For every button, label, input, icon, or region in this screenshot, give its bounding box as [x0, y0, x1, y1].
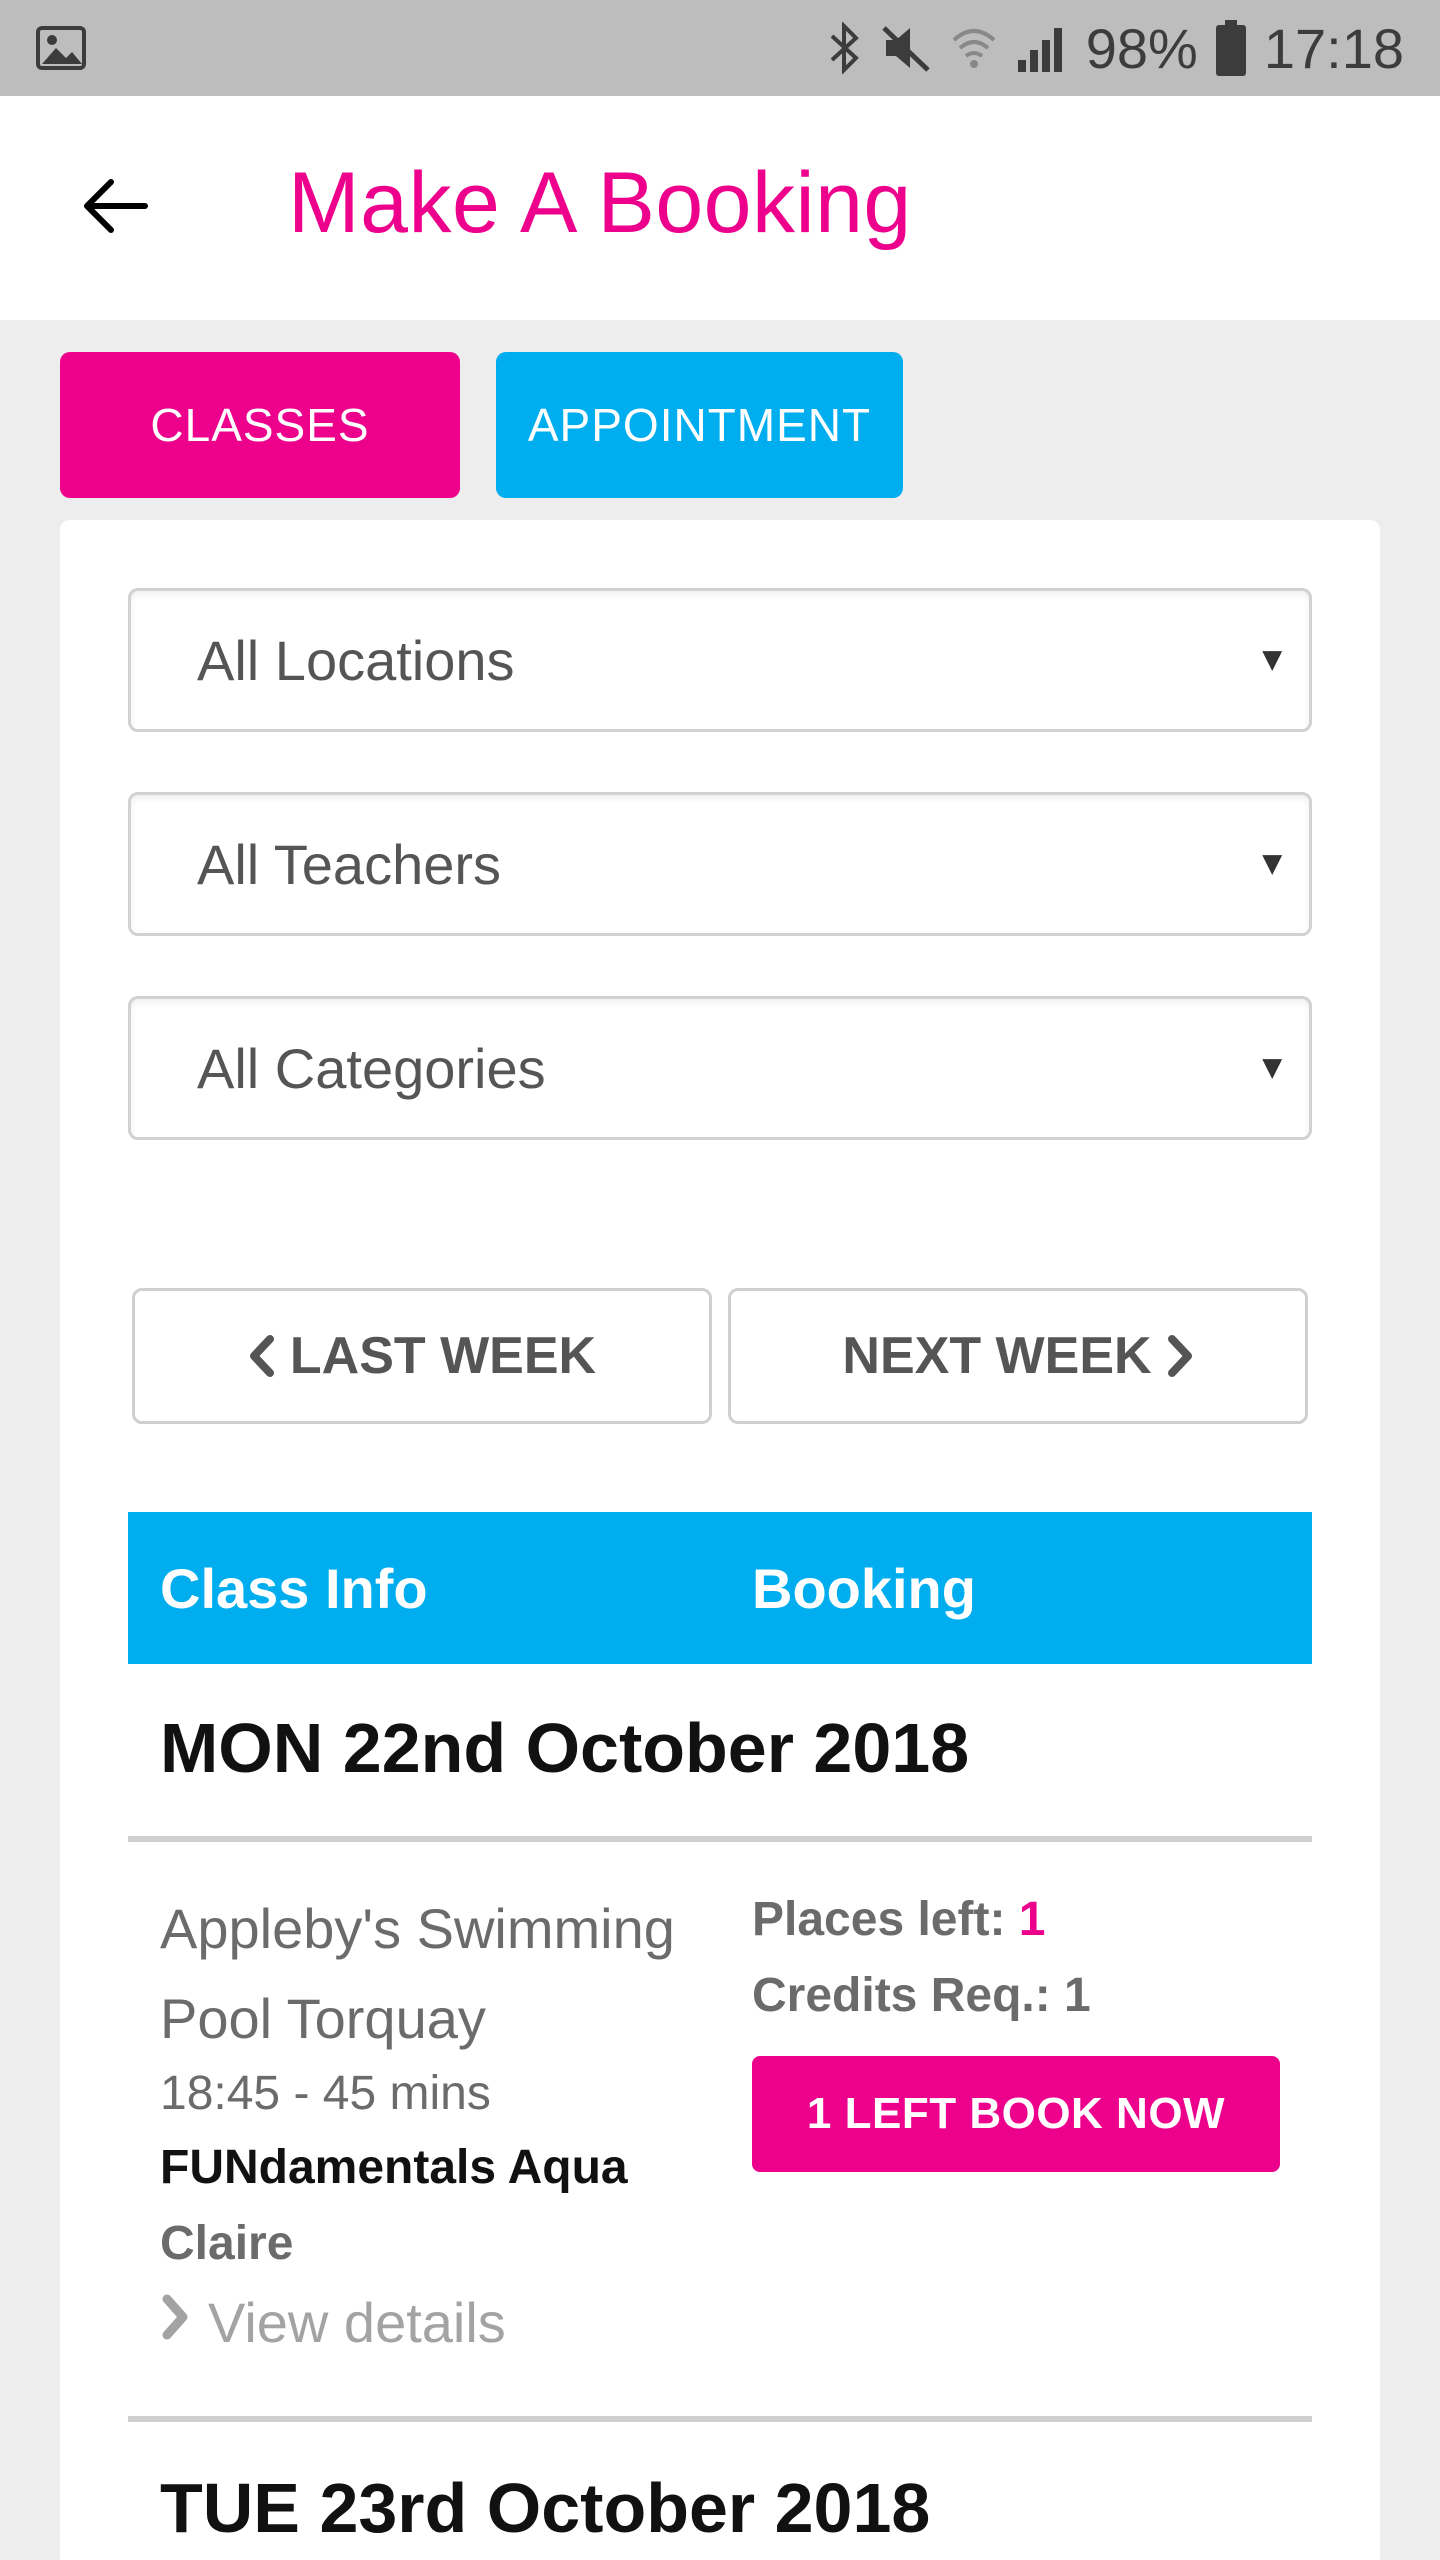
battery-level: 98% [1085, 16, 1198, 80]
caret-down-icon: ▼ [1255, 640, 1289, 679]
caret-down-icon: ▼ [1255, 844, 1289, 883]
places-left-label: Places left: [752, 1893, 1006, 1946]
last-week-button[interactable]: LAST WEEK [132, 1288, 712, 1424]
view-details-link[interactable]: View details [160, 2290, 506, 2355]
battery-icon [1215, 20, 1246, 76]
status-bar: 98% 17:18 [0, 0, 1440, 96]
location-select[interactable]: All Locations ▼ [128, 588, 1312, 732]
chevron-right-icon [1166, 1333, 1194, 1379]
next-week-label: NEXT WEEK [842, 1327, 1152, 1385]
divider [128, 2416, 1312, 2422]
teacher-select[interactable]: All Teachers ▼ [128, 792, 1312, 936]
divider [128, 1836, 1312, 1842]
day-heading: TUE 23rd October 2018 [160, 2469, 931, 2547]
location-select-value: All Locations [197, 628, 515, 692]
next-week-button[interactable]: NEXT WEEK [728, 1288, 1308, 1424]
gallery-icon [36, 26, 86, 70]
book-now-button[interactable]: 1 LEFT BOOK NOW [752, 2056, 1280, 2172]
back-button[interactable] [72, 166, 156, 250]
teacher-select-value: All Teachers [197, 832, 502, 896]
class-time: 18:45 - 45 mins [160, 2067, 491, 2120]
signal-icon [1016, 22, 1068, 74]
app-bar: Make A Booking [0, 96, 1440, 320]
table-header: Class Info Booking [128, 1512, 1312, 1664]
booking-card: All Locations ▼ All Teachers ▼ All Categ… [60, 520, 1380, 2560]
class-teacher: Claire [160, 2217, 294, 2270]
last-week-label: LAST WEEK [289, 1327, 597, 1385]
caret-down-icon: ▼ [1255, 1048, 1289, 1087]
credits-required: Credits Req.: 1 [752, 1969, 1091, 2022]
class-location: Appleby's Swimming Pool Torquay [160, 1897, 675, 2050]
view-details-label: View details [208, 2291, 506, 2354]
class-name: FUNdamentals Aqua [160, 2141, 628, 2194]
wifi-icon [950, 22, 998, 74]
tab-classes[interactable]: CLASSES [60, 352, 460, 498]
tab-appointment[interactable]: APPOINTMENT [496, 352, 903, 498]
arrow-left-icon [79, 176, 149, 241]
day-heading: MON 22nd October 2018 [160, 1709, 970, 1787]
chevron-right-icon [160, 2290, 190, 2355]
chevron-left-icon [248, 1333, 276, 1379]
column-header-class-info: Class Info [160, 1557, 428, 1620]
clock: 17:18 [1263, 16, 1404, 80]
mute-icon [880, 22, 932, 74]
bluetooth-icon [828, 22, 862, 74]
places-left-value: 1 [1018, 1893, 1046, 1946]
places-left: Places left: 1 [752, 1892, 1046, 1947]
category-select-value: All Categories [197, 1036, 546, 1100]
column-header-booking: Booking [752, 1557, 976, 1620]
page-title: Make A Booking [288, 155, 912, 251]
category-select[interactable]: All Categories ▼ [128, 996, 1312, 1140]
